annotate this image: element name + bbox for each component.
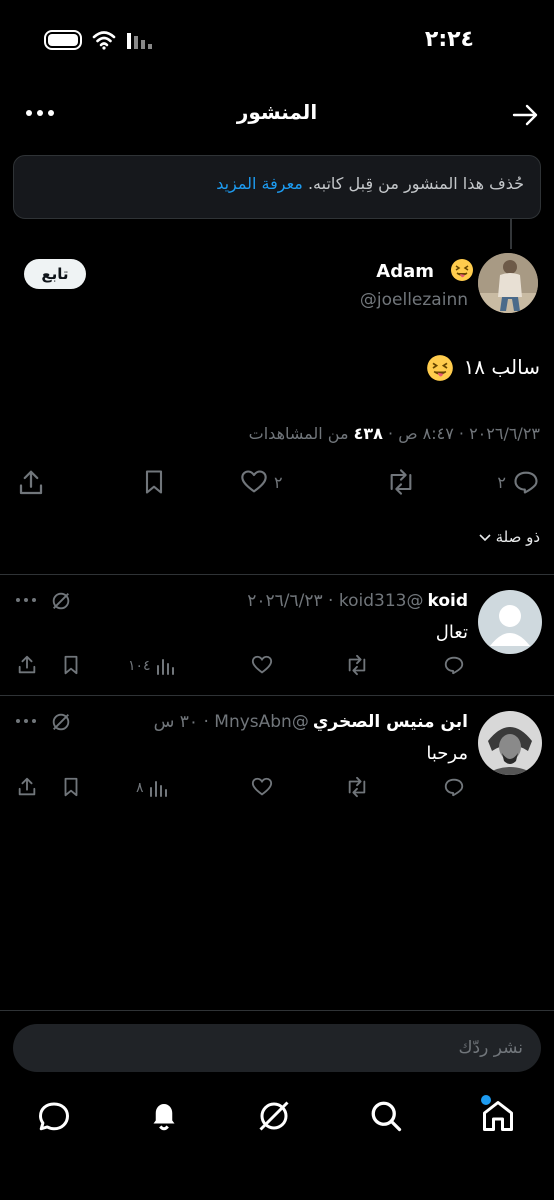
search-icon[interactable] — [368, 1098, 404, 1134]
views-icon — [156, 659, 174, 675]
sort-label: ذو صلة — [495, 528, 540, 546]
views-count: ٤٣٨ — [353, 424, 383, 443]
avatar[interactable] — [478, 711, 542, 775]
reply-icon[interactable] — [443, 654, 465, 676]
repost-icon[interactable] — [344, 654, 370, 676]
bookmark-icon — [145, 470, 163, 494]
thread-line — [510, 219, 512, 249]
views-label: من المشاهدات — [248, 424, 354, 443]
divider — [0, 574, 554, 575]
divider — [0, 1010, 554, 1011]
like-icon[interactable] — [251, 776, 273, 798]
notifications-icon[interactable] — [146, 1098, 182, 1134]
chevron-down-icon — [478, 534, 491, 542]
grok-icon[interactable] — [50, 711, 72, 733]
repost-button[interactable] — [384, 468, 418, 496]
reply-views: ٨ — [136, 780, 144, 796]
more-button[interactable] — [24, 103, 56, 123]
reply-text: تعال — [435, 622, 468, 643]
post-timestamp: ٢٠٢٦/٦/٢٣ · ٨:٤٧ ص · — [382, 424, 540, 443]
reply-icon[interactable] — [443, 776, 465, 798]
avatar[interactable] — [478, 590, 542, 654]
post-meta: ٢٠٢٦/٦/٢٣ · ٨:٤٧ ص · ٤٣٨ من المشاهدات — [249, 424, 540, 443]
author-handle[interactable]: @joellezainn — [360, 290, 468, 310]
bookmark-button[interactable] — [140, 468, 168, 496]
like-icon[interactable] — [251, 654, 273, 676]
reply-text: مرحبا — [426, 743, 468, 764]
reply-author-name[interactable]: koid — [427, 591, 468, 611]
divider — [0, 695, 554, 696]
author-name[interactable]: Adam — [376, 261, 434, 282]
more-icon[interactable] — [14, 592, 38, 608]
reply-author-name[interactable]: ابن منيس الصخري — [313, 712, 468, 732]
wifi-icon — [92, 31, 116, 50]
messages-icon[interactable] — [36, 1098, 72, 1134]
share-icon[interactable] — [16, 654, 38, 676]
reply-handle-date: @koid313 · ٢٠٢٦/٦/٢٣ — [247, 591, 424, 611]
follow-button[interactable]: تابع — [24, 259, 86, 289]
share-button[interactable] — [16, 468, 46, 498]
like-button[interactable]: ٢ — [240, 468, 283, 496]
more-icon[interactable] — [14, 713, 38, 729]
back-button[interactable] — [510, 100, 540, 130]
reply-icon — [514, 471, 538, 494]
reply-header: koid @koid313 · ٢٠٢٦/٦/٢٣ — [247, 591, 468, 611]
share-icon — [19, 470, 43, 495]
squinting-tongue-emoji-icon — [451, 259, 473, 281]
notice-text: حُذف هذا المنشور من قِبل كاتبه. — [307, 174, 524, 193]
battery-icon — [44, 30, 82, 50]
deleted-notice: حُذف هذا المنشور من قِبل كاتبه. معرفة ال… — [13, 155, 541, 219]
like-icon — [241, 470, 267, 493]
repost-icon — [390, 469, 412, 495]
like-count: ٢ — [274, 472, 283, 492]
bookmark-icon[interactable] — [60, 654, 82, 676]
status-icons — [44, 30, 154, 50]
page-title: المنشور — [236, 100, 318, 124]
reply-header: ابن منيس الصخري @MnysAbn · ٣٠ س — [154, 712, 468, 732]
post-text: سالب ١٨ — [463, 355, 540, 379]
more-icon — [26, 110, 54, 116]
squinting-tongue-emoji-icon — [427, 355, 453, 381]
reply-count: ٢ — [497, 472, 506, 492]
repost-icon[interactable] — [344, 776, 370, 798]
reply-handle-date: @MnysAbn · ٣٠ س — [153, 712, 309, 732]
reply-input[interactable]: نشر ردّك — [13, 1024, 541, 1072]
grok-nav-icon[interactable] — [256, 1098, 292, 1134]
reply-button[interactable]: ٢ — [497, 468, 540, 496]
share-icon[interactable] — [16, 776, 38, 798]
clock: ٢:٢٤ — [424, 27, 474, 52]
views-button[interactable]: ١٠٤ — [128, 656, 175, 676]
back-arrow-icon — [512, 104, 538, 126]
avatar[interactable] — [478, 253, 538, 313]
sort-dropdown[interactable]: ذو صلة — [478, 528, 540, 546]
views-icon — [149, 781, 167, 797]
reply-views: ١٠٤ — [128, 658, 151, 674]
views-button[interactable]: ٨ — [136, 778, 168, 798]
signal-icon — [127, 33, 152, 49]
learn-more-link[interactable]: معرفة المزيد — [216, 174, 303, 193]
bookmark-icon[interactable] — [60, 776, 82, 798]
notification-dot — [481, 1095, 491, 1105]
grok-icon[interactable] — [50, 590, 72, 612]
